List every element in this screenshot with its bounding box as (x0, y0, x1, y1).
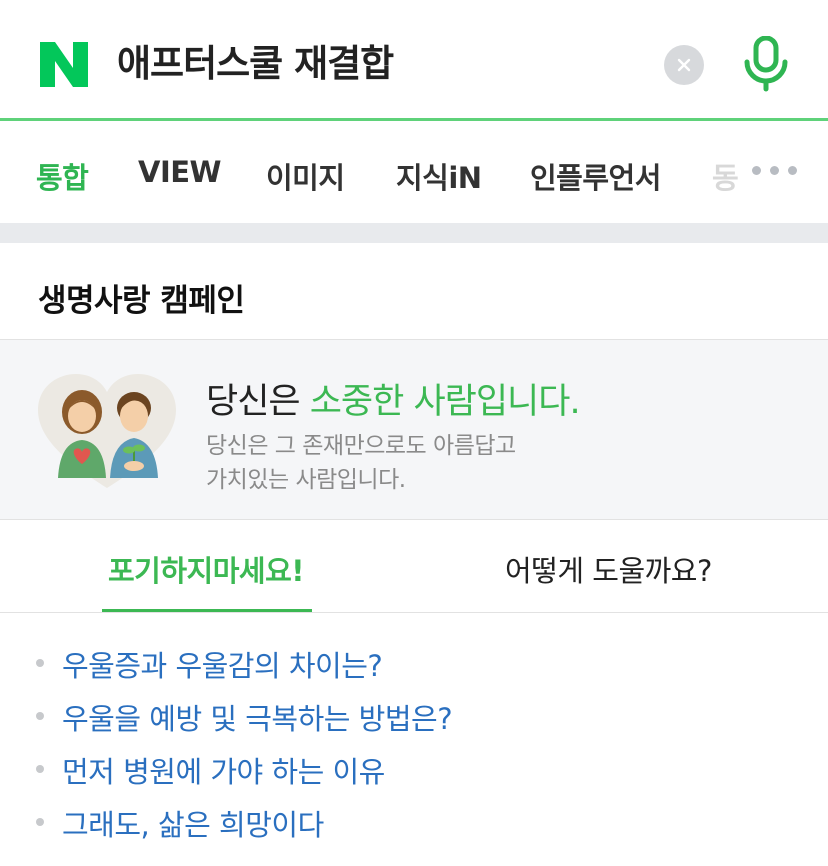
campaign-section-header: 생명사랑 캠페인 (0, 243, 828, 340)
tab-images[interactable]: 이미지 (266, 155, 345, 197)
bullet-dot (36, 818, 44, 826)
tab-influencer[interactable]: 인플루언서 (530, 155, 661, 197)
search-tabs: 통합 VIEW 이미지 지식iN 인플루언서 동 (0, 121, 828, 223)
list-item[interactable]: 먼저 병원에 가야 하는 이유 (0, 743, 828, 795)
help-link-list: 우울증과 우울감의 차이는? 우울을 예방 및 극복하는 방법은? 먼저 병원에… (0, 613, 828, 866)
search-bar: 애프터스쿨 재결합 (0, 0, 828, 121)
campaign-banner[interactable]: 당신은 소중한 사람입니다. 당신은 그 존재만으로도 아름답고 가치있는 사람… (0, 340, 828, 520)
campaign-subtext-line1: 당신은 그 존재만으로도 아름답고 (206, 433, 516, 459)
active-subtab-indicator (102, 609, 312, 612)
bullet-dot (36, 765, 44, 773)
list-item[interactable]: 그래도, 삶은 희망이다 (0, 796, 828, 848)
clear-search-button[interactable] (664, 45, 704, 85)
section-divider (0, 223, 828, 243)
tab-knowledge-in[interactable]: 지식iN (396, 155, 482, 197)
campaign-subtabs: 포기하지마세요! 어떻게 도울까요? (0, 520, 828, 613)
bullet-dot (36, 659, 44, 667)
campaign-title: 생명사랑 캠페인 (38, 283, 245, 319)
subtab-how-to-help[interactable]: 어떻게 도울까요? (505, 548, 712, 590)
help-link[interactable]: 그래도, 삶은 희망이다 (62, 802, 324, 844)
microphone-icon[interactable] (742, 36, 790, 92)
tab-integrated[interactable]: 통합 (36, 155, 89, 197)
headline-plain: 당신은 (206, 382, 310, 422)
help-link[interactable]: 우울증과 우울감의 차이는? (62, 643, 383, 685)
naver-logo[interactable] (40, 42, 88, 87)
help-link[interactable]: 우울을 예방 및 극복하는 방법은? (62, 696, 453, 738)
subtab-dont-give-up[interactable]: 포기하지마세요! (108, 548, 305, 590)
headline-accent: 소중한 사람입니다. (309, 382, 581, 422)
close-icon (677, 58, 691, 72)
list-item[interactable]: 우울을 예방 및 극복하는 방법은? (0, 690, 828, 742)
tab-view[interactable]: VIEW (138, 155, 222, 189)
help-link[interactable]: 먼저 병원에 가야 하는 이유 (62, 749, 385, 791)
couple-heart-illustration (38, 374, 176, 488)
search-query-input[interactable]: 애프터스쿨 재결합 (117, 40, 394, 88)
tab-video-partial[interactable]: 동 (712, 155, 739, 197)
campaign-headline: 당신은 소중한 사람입니다. (206, 373, 581, 424)
list-item[interactable]: 우울증과 우울감의 차이는? (0, 637, 828, 689)
campaign-subtext-line2: 가치있는 사람입니다. (206, 467, 406, 493)
bullet-dot (36, 712, 44, 720)
